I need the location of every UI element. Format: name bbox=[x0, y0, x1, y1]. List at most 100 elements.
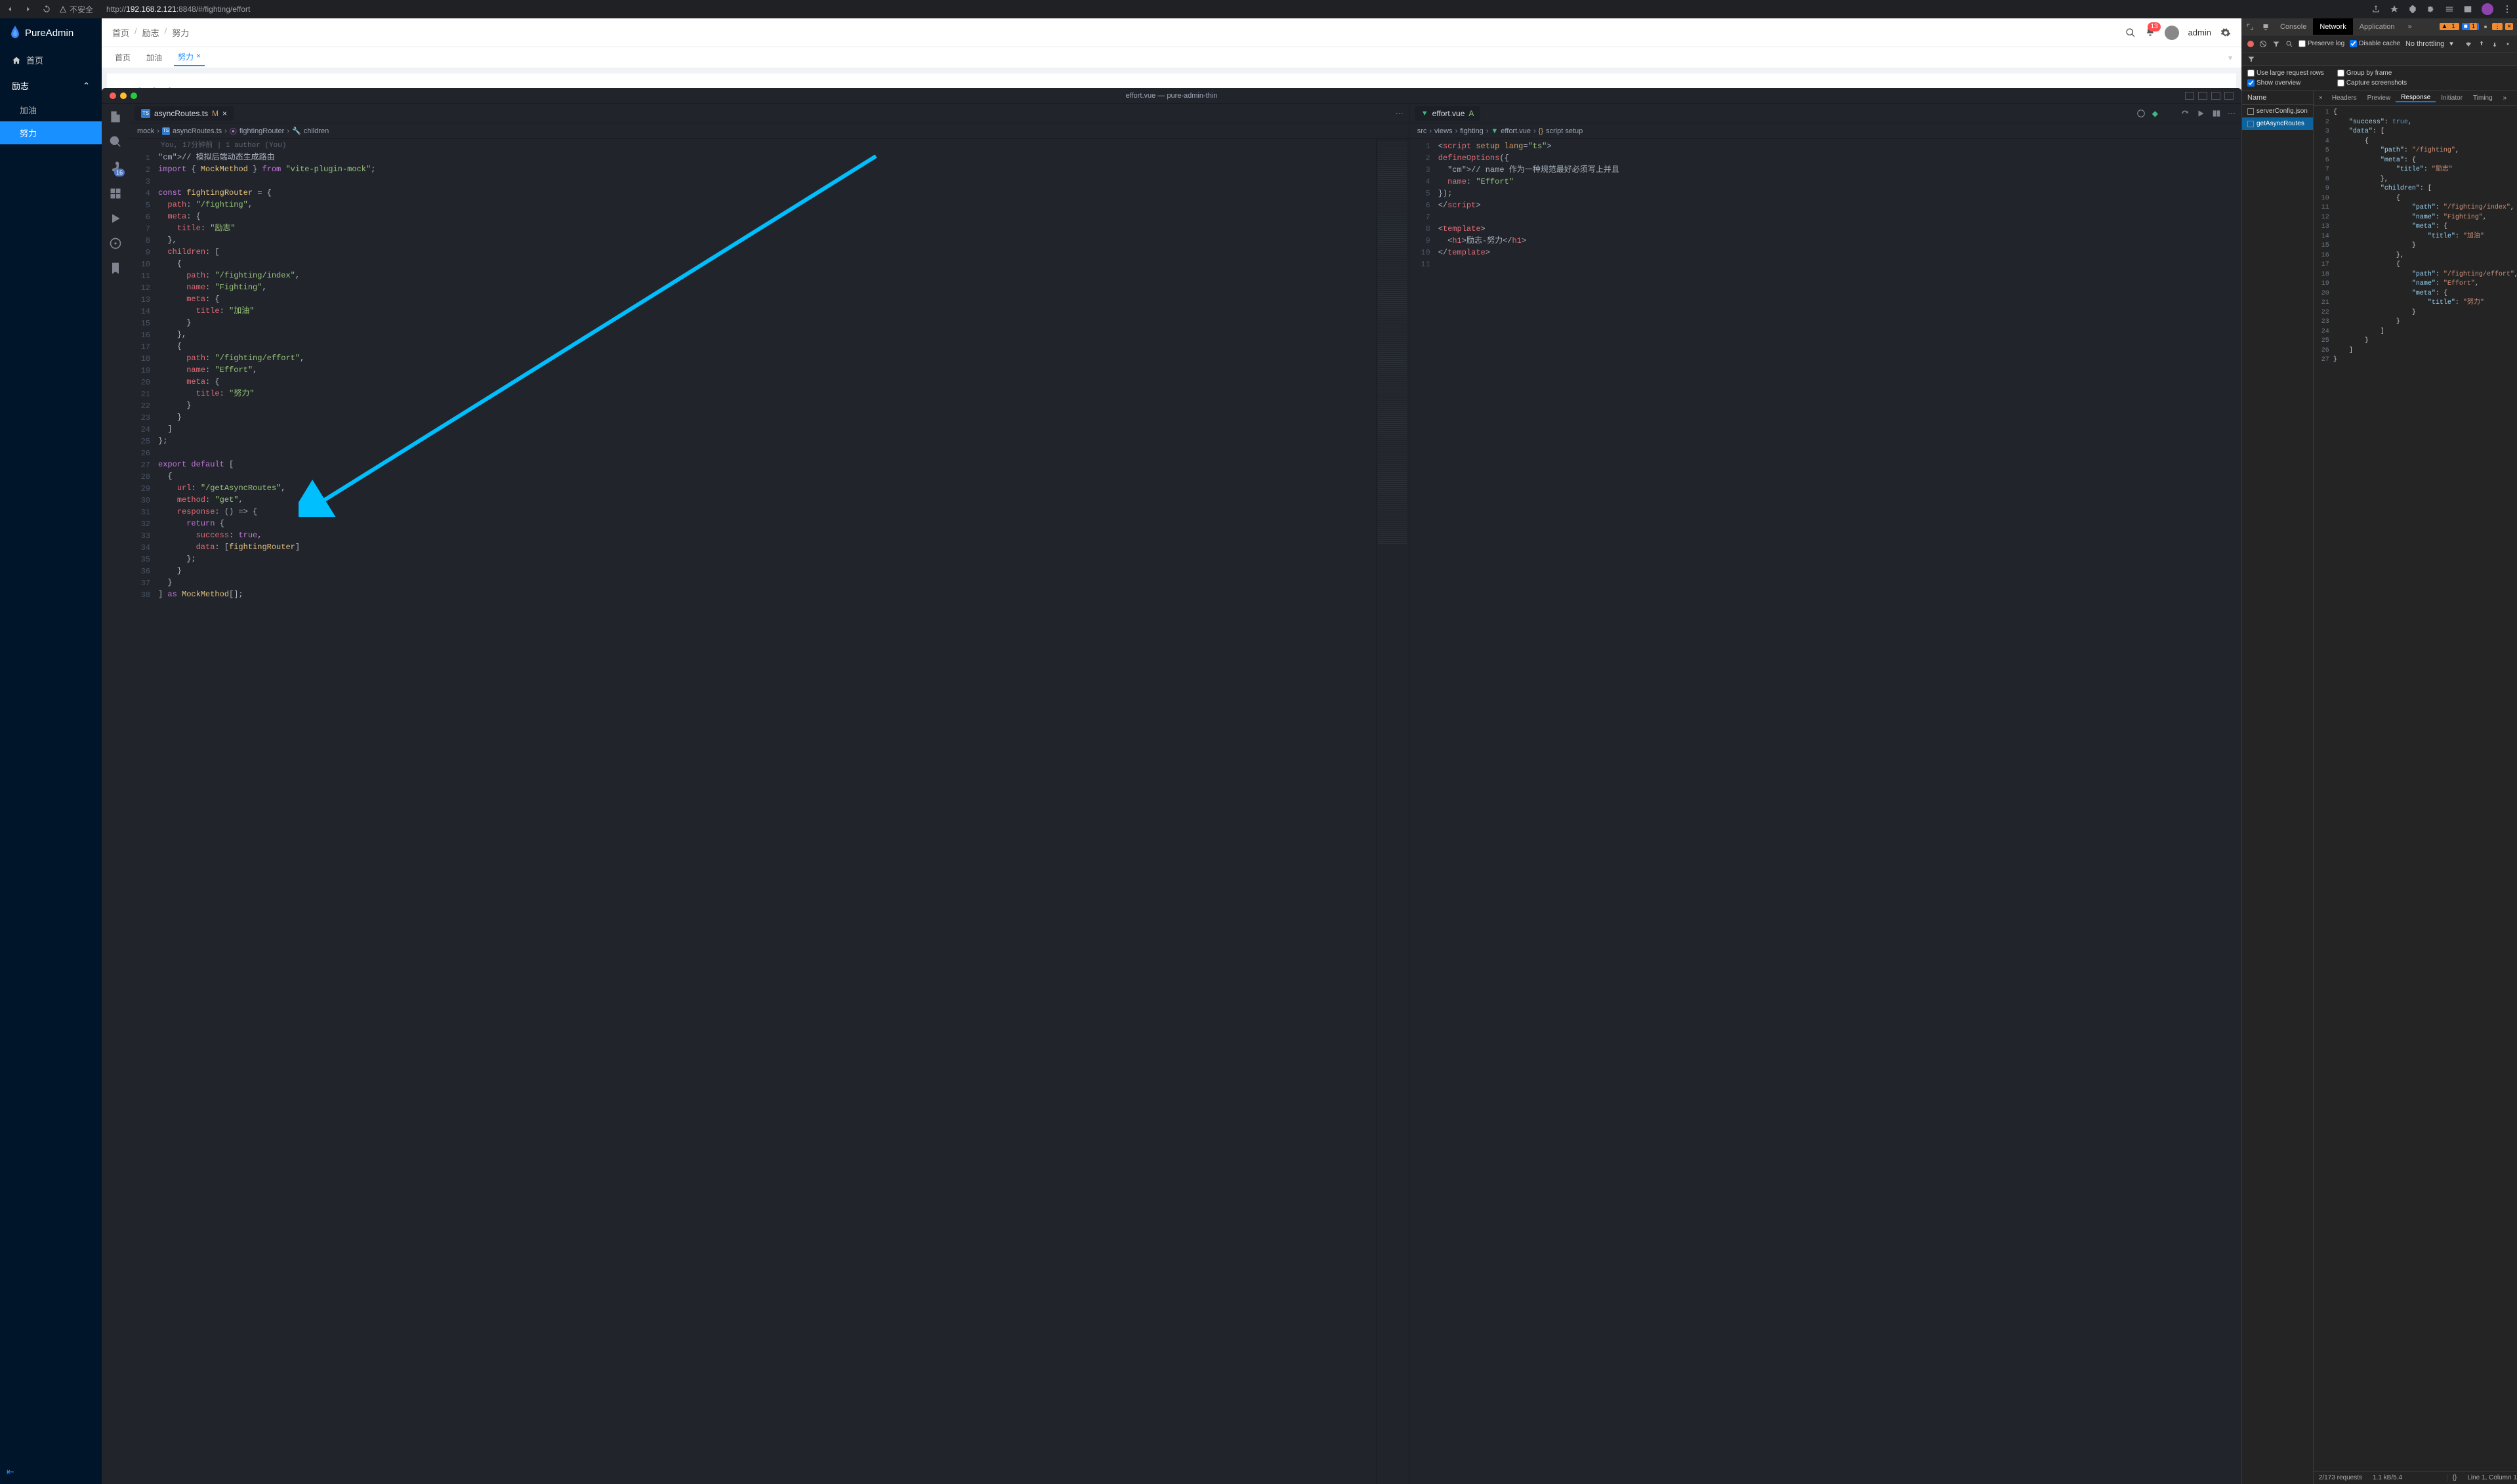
bookmark-icon[interactable] bbox=[109, 262, 122, 275]
puzzle-icon[interactable] bbox=[2426, 5, 2436, 14]
tab-首页[interactable]: 首页 bbox=[111, 49, 135, 66]
file-tab-effort[interactable]: ▼ effort.vue A bbox=[1415, 106, 1481, 121]
upload-icon[interactable] bbox=[2478, 40, 2486, 48]
detail-tab-response[interactable]: Response bbox=[2396, 94, 2436, 102]
settings-icon[interactable] bbox=[2504, 40, 2512, 48]
disable-cache-check[interactable]: Disable cache bbox=[2350, 40, 2400, 47]
group-frame-check[interactable]: Group by frame bbox=[2337, 70, 2407, 77]
detail-tab-preview[interactable]: Preview bbox=[2362, 94, 2396, 102]
code-editor-left[interactable]: 1234567891011121314151617181920212223242… bbox=[129, 139, 1409, 1484]
vitest-icon[interactable]: ◆ bbox=[2152, 109, 2158, 118]
list-icon[interactable] bbox=[2445, 5, 2454, 14]
remote-icon[interactable] bbox=[109, 237, 122, 250]
search-icon[interactable] bbox=[2285, 40, 2293, 48]
sidebar-collapse-toggle[interactable]: ⇤ bbox=[0, 1460, 102, 1484]
search-icon[interactable] bbox=[109, 135, 122, 148]
response-body[interactable]: 1{2 "success": true,3 "data": [4 {5 "pat… bbox=[2314, 106, 2517, 1471]
sidebar-item-home[interactable]: 首页 bbox=[0, 47, 102, 73]
detail-tab-headers[interactable]: Headers bbox=[2327, 94, 2362, 102]
info-badge[interactable]: ■ 1 bbox=[2462, 23, 2479, 30]
request-getasyncroutes[interactable]: getAsyncRoutes bbox=[2242, 117, 2313, 130]
layout-4-icon[interactable] bbox=[2224, 92, 2234, 100]
detail-tab-more[interactable]: » bbox=[2498, 94, 2512, 102]
device-toggle-icon[interactable] bbox=[2258, 23, 2274, 31]
settings-icon[interactable] bbox=[2220, 28, 2231, 38]
close-detail-icon[interactable]: × bbox=[2314, 94, 2327, 102]
show-overview-check[interactable]: Show overview bbox=[2247, 79, 2324, 87]
share-icon[interactable] bbox=[2371, 5, 2381, 14]
request-serverconfig[interactable]: serverConfig.json bbox=[2242, 105, 2313, 117]
large-rows-check[interactable]: Use large request rows bbox=[2247, 70, 2324, 77]
editor-breadcrumb-right[interactable]: src › views › fighting › ▼ effort.vue › … bbox=[1409, 123, 2241, 139]
security-indicator[interactable]: 不安全 bbox=[59, 4, 93, 15]
inspect-icon[interactable] bbox=[2242, 23, 2258, 31]
run-icon[interactable] bbox=[2196, 109, 2205, 118]
screenshots-check[interactable]: Capture screenshots bbox=[2337, 79, 2407, 87]
git-icon[interactable]: 16 bbox=[109, 160, 122, 175]
clear-icon[interactable] bbox=[2259, 40, 2267, 48]
record-button[interactable] bbox=[2247, 41, 2254, 47]
window-minimize-icon[interactable] bbox=[120, 93, 127, 99]
settings-icon[interactable] bbox=[2482, 23, 2489, 31]
debug-icon[interactable] bbox=[109, 212, 122, 225]
ts-icon: TS bbox=[141, 109, 150, 118]
sidebar-sub-努力[interactable]: 努力 bbox=[0, 121, 102, 144]
devtools-tab-network[interactable]: Network bbox=[2313, 18, 2352, 35]
username[interactable]: admin bbox=[2188, 28, 2211, 37]
devtools-tab-more[interactable]: » bbox=[2402, 18, 2419, 35]
reload-icon[interactable] bbox=[42, 5, 51, 14]
close-icon[interactable]: × bbox=[196, 51, 201, 62]
layout-3-icon[interactable] bbox=[2211, 92, 2220, 100]
download-icon[interactable] bbox=[2491, 40, 2499, 48]
filter-icon[interactable] bbox=[2272, 40, 2280, 48]
panel-icon[interactable] bbox=[2463, 5, 2472, 14]
more-icon[interactable]: ⋯ bbox=[1396, 109, 1404, 118]
extensions-icon[interactable] bbox=[109, 187, 122, 200]
devtools-tab-console[interactable]: Console bbox=[2274, 18, 2313, 35]
code-editor-right[interactable]: 1234567891011 <script setup lang="ts">de… bbox=[1409, 139, 2241, 1484]
loop-icon[interactable] bbox=[2180, 109, 2190, 118]
preserve-log-check[interactable]: Preserve log bbox=[2299, 40, 2344, 47]
devtools-tab-application[interactable]: Application bbox=[2353, 18, 2402, 35]
detail-tab-timing[interactable]: Timing bbox=[2468, 94, 2498, 102]
wifi-icon[interactable] bbox=[2465, 40, 2472, 48]
compass-icon[interactable] bbox=[2136, 109, 2146, 118]
more-icon[interactable]: ⋮ bbox=[2492, 23, 2503, 30]
editor-breadcrumb-left[interactable]: mock › TS asyncRoutes.ts › ⦿ fightingRou… bbox=[129, 123, 1409, 139]
notifications-button[interactable]: 13 bbox=[2145, 26, 2155, 39]
close-icon[interactable]: × bbox=[2505, 23, 2513, 30]
sidebar-sub-加油[interactable]: 加油 bbox=[0, 98, 102, 121]
layout-1-icon[interactable] bbox=[2185, 92, 2194, 100]
minimap[interactable] bbox=[1376, 139, 1409, 1484]
brand-logo[interactable]: PureAdmin bbox=[0, 18, 102, 47]
name-column-header[interactable]: Name bbox=[2242, 91, 2313, 105]
profile-avatar[interactable] bbox=[2482, 3, 2493, 15]
tab-加油[interactable]: 加油 bbox=[142, 49, 166, 66]
more-icon[interactable]: ⋯ bbox=[2228, 109, 2236, 118]
throttling-select[interactable]: No throttling bbox=[2405, 40, 2444, 48]
detail-tab-initiator[interactable]: Initiator bbox=[2436, 94, 2468, 102]
git-compare-icon[interactable] bbox=[2165, 109, 2174, 118]
extension-icon[interactable] bbox=[2408, 5, 2417, 14]
tab-努力[interactable]: 努力 × bbox=[174, 49, 205, 66]
more-icon[interactable] bbox=[2503, 5, 2512, 14]
forward-icon[interactable] bbox=[24, 5, 33, 14]
vue-icon: ▼ bbox=[1421, 110, 1428, 117]
app-header: 首页/ 励志/ 努力 13 admin bbox=[102, 18, 2241, 47]
file-tab-asyncroutes[interactable]: TS asyncRoutes.ts M × bbox=[135, 106, 234, 121]
tabs-dropdown[interactable]: ▾ bbox=[2228, 53, 2232, 62]
address-bar[interactable]: http://192.168.2.121:8848/#/fighting/eff… bbox=[106, 5, 2363, 14]
window-zoom-icon[interactable] bbox=[131, 93, 137, 99]
explorer-icon[interactable] bbox=[109, 110, 122, 123]
funnel-icon[interactable] bbox=[2247, 55, 2255, 63]
warning-badge[interactable]: ▲ 1 bbox=[2440, 23, 2459, 30]
close-icon[interactable]: × bbox=[222, 109, 227, 118]
layout-2-icon[interactable] bbox=[2198, 92, 2207, 100]
window-close-icon[interactable] bbox=[110, 93, 116, 99]
split-icon[interactable] bbox=[2212, 109, 2221, 118]
search-icon[interactable] bbox=[2125, 28, 2136, 38]
back-icon[interactable] bbox=[5, 5, 14, 14]
user-avatar[interactable] bbox=[2165, 26, 2179, 40]
sidebar-item-励志[interactable]: 励志 ⌃ bbox=[0, 73, 102, 98]
star-icon[interactable] bbox=[2390, 5, 2399, 14]
